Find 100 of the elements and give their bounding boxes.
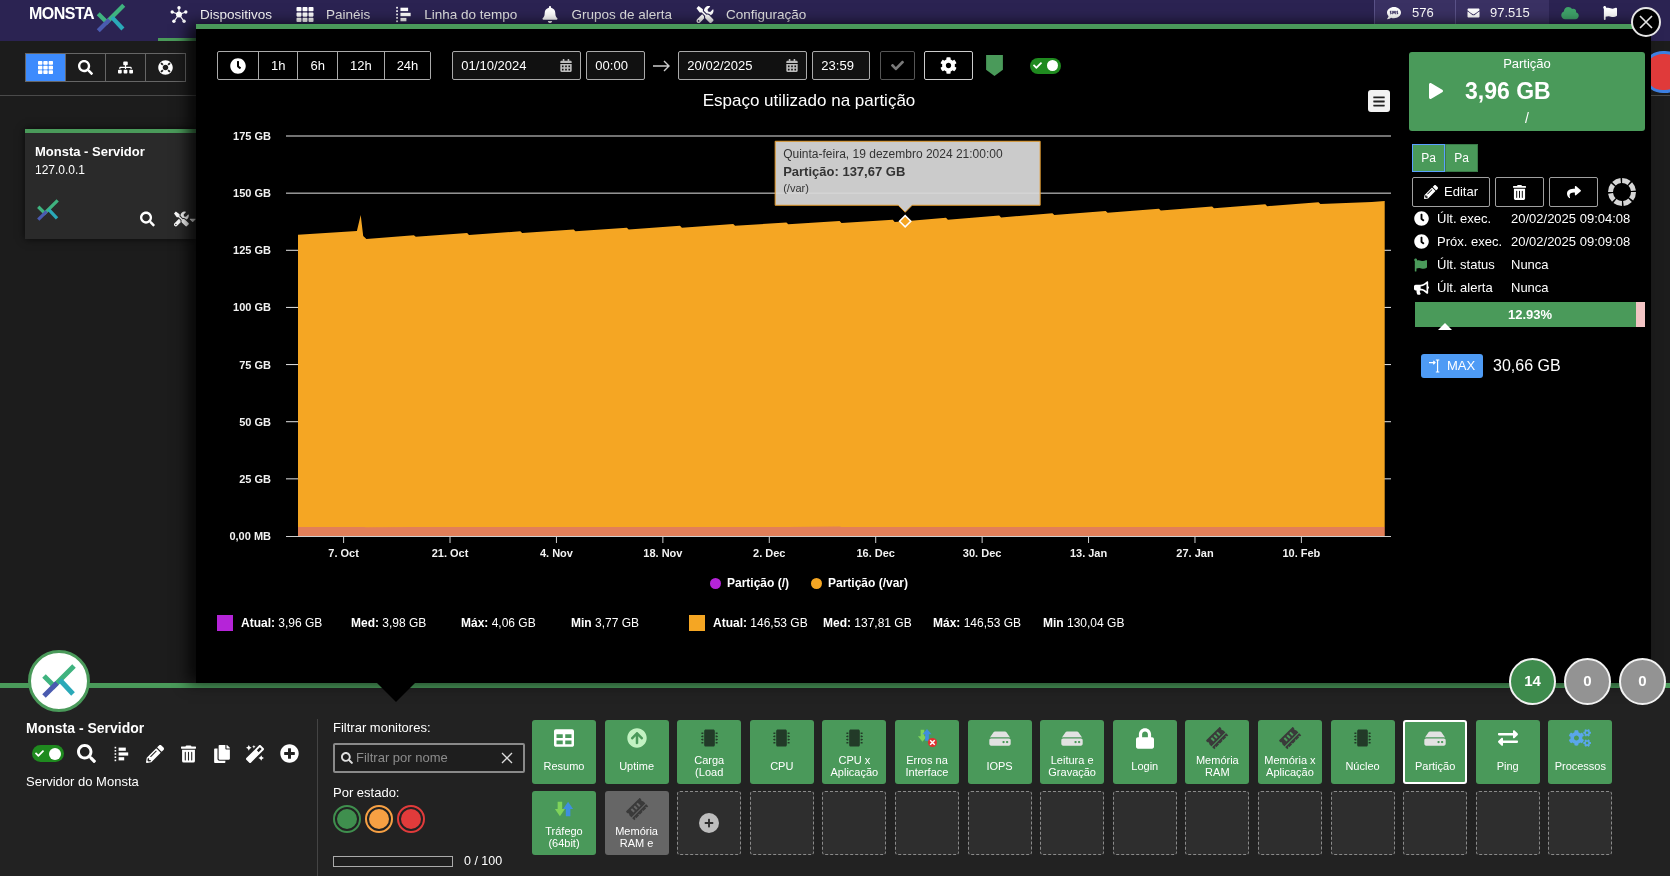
monitor-tile[interactable]: Erros na Interface — [894, 720, 959, 784]
empty-slot — [1475, 791, 1540, 855]
monitor-tile[interactable]: Carga (Load — [677, 720, 742, 784]
y-axis-label: 150 GB — [233, 187, 271, 200]
state-filter-title: Por estado: — [333, 784, 401, 802]
legend-label: Partição (/) — [726, 575, 789, 591]
settings-button[interactable] — [924, 51, 974, 80]
empty-slot — [1185, 791, 1250, 855]
view-button[interactable] — [65, 53, 106, 82]
nav-link[interactable]: Dispositivos — [158, 0, 285, 24]
monitor-title: Partição — [1503, 55, 1551, 72]
magic-wand-icon[interactable] — [246, 744, 264, 763]
filter-input[interactable]: Filtrar por nome — [356, 748, 501, 768]
pencil-icon[interactable] — [146, 744, 164, 763]
monitor-tile[interactable]: Memória RAM — [1185, 720, 1250, 784]
check-icon — [35, 749, 44, 758]
plus-icon — [699, 813, 720, 833]
filter-search-field[interactable]: Filtrar por nome — [333, 743, 525, 773]
play-icon[interactable] — [1429, 80, 1443, 102]
monitor-tile[interactable]: IOPS — [967, 720, 1032, 784]
chart-title: Espaço utilizado na partição — [702, 90, 916, 112]
end-date-field[interactable]: 20/02/2025 — [678, 51, 808, 80]
stat-text: Med: 137,81 GB — [823, 615, 913, 631]
empty-slot — [1112, 791, 1177, 855]
hard-drive-icon — [1424, 728, 1447, 748]
x-axis-label: 21. Oct — [431, 547, 469, 559]
empty-slot — [1330, 791, 1395, 855]
y-axis-label: 175 GB — [233, 130, 271, 142]
copy-icon[interactable] — [213, 744, 231, 763]
trash-icon[interactable] — [181, 744, 196, 763]
y-axis-label: 100 GB — [233, 301, 271, 314]
hard-drive-icon — [1061, 728, 1084, 748]
edit-button[interactable]: Editar — [1412, 177, 1490, 207]
nav-link[interactable]: Linha do tempo — [382, 0, 530, 24]
monitor-tile[interactable]: Leitura e Gravação — [1040, 720, 1105, 784]
monitor-tile[interactable]: Uptime — [604, 720, 669, 784]
x-axis-label: 7. Oct — [328, 547, 359, 559]
search-icon[interactable] — [77, 744, 96, 763]
y-axis-label: 125 GB — [233, 244, 271, 257]
live-toggle-switch[interactable] — [1030, 57, 1062, 74]
timeline-icon — [394, 6, 413, 23]
list-icon[interactable] — [113, 744, 129, 763]
settings-icon — [940, 57, 958, 74]
tools-icon[interactable] — [173, 211, 189, 227]
counter-link[interactable]: 576 — [1374, 0, 1455, 24]
delete-button[interactable] — [1495, 177, 1544, 207]
monitor-tile[interactable]: Núcleo — [1330, 720, 1395, 784]
y-axis-label: 25 GB — [239, 472, 271, 485]
x-axis-label: 27. Jan — [1176, 547, 1214, 559]
monitor-tab[interactable]: Pa — [1445, 144, 1478, 172]
counter-link[interactable]: 97.515 — [1455, 0, 1549, 24]
monitor-path: / — [1525, 110, 1529, 127]
empty-slot — [822, 791, 887, 855]
monitor-tile[interactable]: CPU — [749, 720, 814, 784]
flag-icon[interactable] — [1603, 6, 1617, 20]
share-button[interactable] — [1549, 177, 1598, 207]
chip-icon — [773, 728, 791, 748]
legend-label: Partição (/var) — [828, 575, 909, 591]
calendar-icon[interactable] — [786, 59, 799, 72]
start-time-field[interactable]: 00:00 — [586, 51, 646, 80]
time-range-button[interactable]: 24h — [383, 52, 431, 79]
device-name: Monsta - Servidor — [35, 143, 146, 161]
monitor-tile[interactable]: Tráfego (64bit) — [532, 791, 596, 855]
monitor-tile[interactable]: Login — [1112, 720, 1177, 784]
progress-text: 0 / 100 — [464, 853, 503, 869]
hard-drive-icon — [988, 728, 1011, 748]
max-button[interactable]: MAX — [1421, 354, 1483, 378]
chart-tooltip: Quinta-feira, 19 dezembro 2024 21:00:00 Partição: 137,67 GB (/var) — [774, 140, 1041, 213]
info-label: Últ. alerta — [1437, 278, 1494, 297]
monitor-tile[interactable]: Memória x Aplicação — [1257, 720, 1322, 784]
chart-menu-button[interactable] — [1368, 90, 1390, 112]
monitor-tile[interactable]: Processos — [1548, 720, 1613, 784]
close-icon[interactable] — [501, 752, 513, 764]
end-time-field[interactable]: 23:59 — [812, 51, 871, 80]
cloud-icon[interactable] — [1560, 6, 1579, 20]
calendar-icon[interactable] — [560, 59, 573, 72]
add-monitor-button[interactable] — [677, 791, 742, 855]
monitor-tile[interactable]: CPU x Aplicação — [822, 720, 887, 784]
trash-icon — [1513, 184, 1526, 200]
view-button[interactable] — [105, 53, 146, 82]
menu-icon — [1372, 94, 1386, 108]
nav-link[interactable]: Grupos de alerta — [529, 0, 684, 24]
toggle-switch[interactable] — [32, 745, 64, 762]
bell-icon — [541, 6, 560, 23]
monitor-tile[interactable]: Ping — [1475, 720, 1540, 784]
search-icon[interactable] — [139, 211, 155, 227]
view-button[interactable] — [145, 53, 186, 82]
nav-link[interactable]: Configuração — [683, 0, 819, 24]
nav-link[interactable]: Painéis — [284, 0, 383, 24]
check-icon — [890, 59, 906, 72]
monitor-tab[interactable]: Pa — [1412, 144, 1445, 172]
grid-icon — [296, 6, 315, 23]
stat-text: Med: 3,98 GB — [351, 615, 428, 631]
monitor-tile[interactable]: Partição — [1403, 720, 1468, 784]
x-axis-label: 16. Dec — [856, 547, 895, 559]
add-icon[interactable] — [280, 744, 299, 763]
info-value: Nunca — [1511, 255, 1549, 274]
monitor-tile[interactable]: Resumo — [532, 720, 596, 784]
start-date-field[interactable]: 01/10/2024 — [452, 51, 582, 80]
shield-icon[interactable] — [986, 55, 1004, 76]
